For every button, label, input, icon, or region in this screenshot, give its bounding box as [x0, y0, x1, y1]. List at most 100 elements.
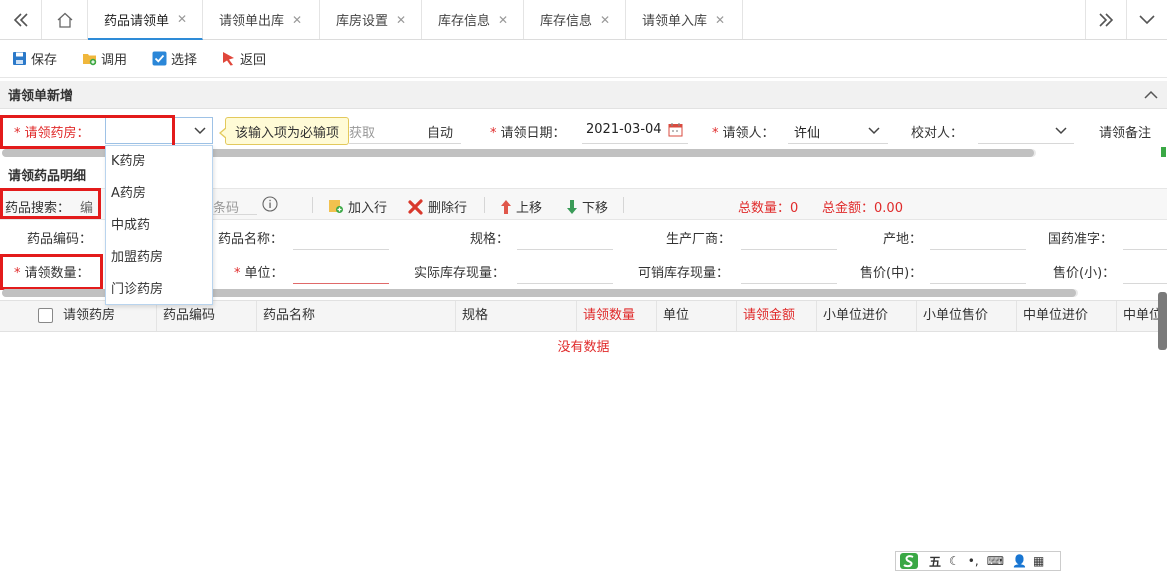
close-icon[interactable]: ✕ [292, 13, 302, 27]
column-header[interactable]: 药品名称 [257, 301, 456, 331]
collapse-icon[interactable] [1144, 90, 1158, 99]
column-header[interactable]: 中单位 [1117, 301, 1160, 331]
scroll-tabs-right-button[interactable] [1085, 0, 1127, 39]
save-button[interactable]: 保存 [12, 49, 57, 68]
auto-text: 自动 [427, 126, 454, 141]
home-icon [57, 12, 72, 28]
move-down-label: 下移 [582, 201, 609, 216]
column-header[interactable]: 规格 [456, 301, 577, 331]
info-icon[interactable] [262, 196, 278, 212]
back-button[interactable]: 返回 [221, 49, 266, 68]
acquire-field-underline [349, 143, 461, 144]
requester-label-text: 请领人： [722, 126, 775, 141]
date-input[interactable]: 2021-03-04 [586, 122, 662, 137]
total-amount-value: 0.00 [874, 201, 903, 216]
double-chevron-right-icon [1099, 12, 1114, 27]
drug-code-label: 药品编码： [27, 232, 93, 247]
delete-x-icon [408, 198, 423, 215]
scroll-tabs-left-button[interactable] [0, 0, 42, 39]
chevron-down-icon[interactable] [1055, 127, 1067, 135]
tab-drug-requisition[interactable]: 药品请领单 ✕ [88, 0, 203, 40]
approval-number-input[interactable] [1123, 249, 1167, 250]
manufacturer-input[interactable] [741, 249, 837, 250]
column-header[interactable]: 单位 [657, 301, 737, 331]
moon-icon[interactable]: ☾ [949, 554, 960, 568]
required-field-tooltip: 该输入项为必输项 [219, 117, 349, 145]
total-qty-value: 0 [790, 201, 799, 216]
drug-name-input[interactable] [293, 249, 389, 250]
add-row-label: 加入行 [348, 201, 388, 216]
home-button[interactable] [42, 0, 88, 39]
column-header[interactable]: 请领金额 [737, 301, 817, 331]
sogou-logo-icon [900, 553, 918, 569]
pharmacy-dropdown: K药房 A药房 中成药 加盟药房 门诊药房 [105, 145, 213, 305]
floppy-disk-icon [13, 52, 26, 65]
tab-label: 药品请领单 [104, 13, 170, 29]
spec-label: 规格： [470, 232, 510, 247]
price-mid-label: 售价(中)： [860, 266, 923, 281]
ime-toolbar: 五 ☾ •, ⌨ 👤 ▦ [895, 551, 1061, 571]
user-icon[interactable]: 👤 [1012, 554, 1027, 568]
unit-input[interactable] [293, 283, 389, 284]
tab-warehouse-settings[interactable]: 库房设置 ✕ [320, 0, 422, 39]
tab-menu-button[interactable] [1127, 0, 1167, 39]
required-mark: * [234, 266, 241, 281]
select-button[interactable]: 选择 [152, 49, 197, 68]
folder-add-icon [83, 54, 97, 66]
select-all-checkbox[interactable] [38, 308, 53, 323]
origin-input[interactable] [930, 249, 1026, 250]
column-header[interactable]: 中单位进价 [1017, 301, 1117, 331]
pharmacy-option[interactable]: A药房 [106, 178, 212, 210]
close-icon[interactable]: ✕ [177, 12, 187, 26]
column-header[interactable]: 小单位售价 [917, 301, 1017, 331]
section-title: 请领单新增 [8, 89, 74, 104]
save-label: 保存 [31, 53, 58, 68]
column-header[interactable]: 请领数量 [577, 301, 657, 331]
pharmacy-option[interactable]: 门诊药房 [106, 274, 212, 306]
section-title: 请领药品明细 [8, 168, 87, 184]
price-mid-input[interactable] [930, 283, 1026, 284]
price-small-input[interactable] [1123, 283, 1167, 284]
tab-bar: 药品请领单 ✕ 请领单出库 ✕ 库房设置 ✕ 库存信息 ✕ 库存信息 ✕ 请领单… [0, 0, 1167, 40]
delete-row-button[interactable]: 删除行 [408, 197, 467, 216]
barcode-underline [213, 214, 257, 215]
total-quantity: 总数量：0 [738, 197, 798, 216]
close-icon[interactable]: ✕ [600, 13, 610, 27]
move-up-button[interactable]: 上移 [500, 197, 542, 216]
sellable-stock-input[interactable] [741, 283, 837, 284]
highlight-box-search [0, 188, 101, 219]
pharmacy-option[interactable]: K药房 [106, 146, 212, 178]
spec-input[interactable] [517, 249, 613, 250]
ime-mode[interactable]: 五 [929, 553, 941, 570]
acquire-text: 获取 [349, 126, 376, 141]
approval-number-label: 国药准字： [1048, 232, 1114, 247]
unit-label: * 单位： [234, 262, 284, 281]
grid-icon[interactable]: ▦ [1033, 554, 1044, 568]
price-small-label: 售价(小)： [1053, 266, 1116, 281]
close-icon[interactable]: ✕ [498, 13, 508, 27]
total-amount-label: 总金额： [822, 201, 875, 216]
column-header[interactable]: 小单位进价 [817, 301, 917, 331]
invoke-label: 调用 [101, 53, 128, 68]
pharmacy-option[interactable]: 中成药 [106, 210, 212, 242]
tab-requisition-inbound[interactable]: 请领单入库 ✕ [626, 0, 743, 39]
checker-field-underline [978, 143, 1074, 144]
divider [484, 197, 485, 213]
close-icon[interactable]: ✕ [715, 13, 725, 27]
tab-requisition-outbound[interactable]: 请领单出库 ✕ [203, 0, 320, 39]
chevron-down-icon [1139, 14, 1155, 24]
empty-table-message: 没有数据 [557, 340, 610, 355]
close-icon[interactable]: ✕ [396, 13, 406, 27]
tab-inventory-info-1[interactable]: 库存信息 ✕ [422, 0, 524, 39]
requester-select[interactable]: 许仙 [794, 122, 820, 141]
pharmacy-option[interactable]: 加盟药房 [106, 242, 212, 274]
calendar-icon[interactable] [668, 122, 683, 137]
keyboard-icon[interactable]: ⌨ [987, 554, 1004, 568]
punctuation-icon[interactable]: •, [968, 554, 979, 568]
tab-inventory-info-2[interactable]: 库存信息 ✕ [524, 0, 626, 39]
actual-stock-input[interactable] [517, 283, 613, 284]
invoke-button[interactable]: 调用 [82, 49, 127, 68]
move-down-button[interactable]: 下移 [566, 197, 608, 216]
add-row-button[interactable]: 加入行 [328, 197, 387, 216]
chevron-down-icon[interactable] [868, 127, 880, 135]
